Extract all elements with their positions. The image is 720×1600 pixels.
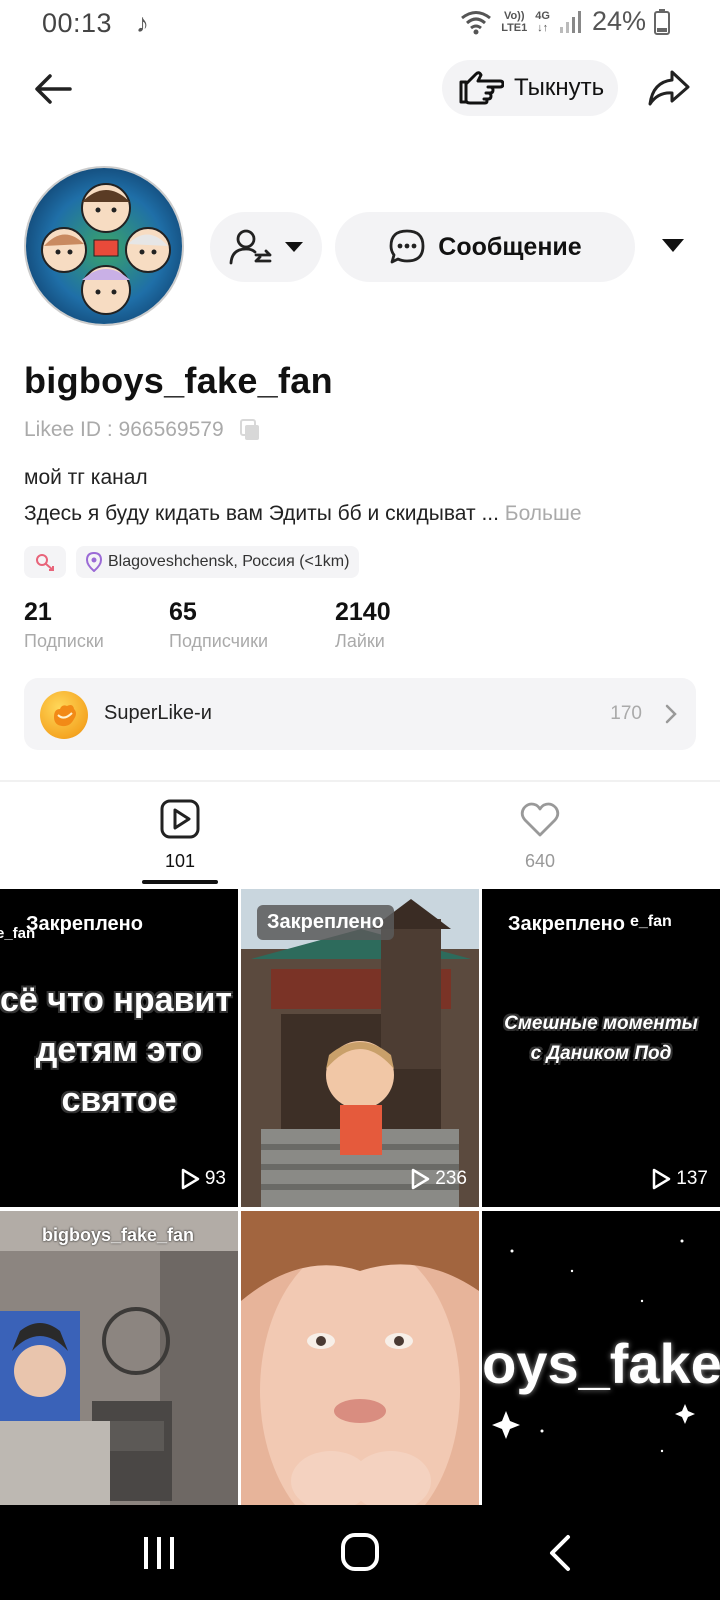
view-count-value: 137 [676, 1168, 708, 1189]
video-tile[interactable]: bigboys_fake_fan 407 [0, 1211, 238, 1505]
video-watermark: bigboys_fake_fan [42, 1225, 195, 1245]
pointing-hand-icon [459, 71, 504, 105]
stat-followers-label: Подписчики [169, 631, 269, 651]
stat-following-label: Подписки [24, 631, 104, 651]
tab-videos-count: 101 [164, 851, 196, 871]
status-time: 00:13 [42, 8, 113, 38]
stat-likes[interactable]: 2140 Лайки [335, 598, 391, 652]
view-count-value: 93 [204, 1168, 226, 1189]
video-thumbnail [0, 1211, 238, 1505]
location-tag[interactable]: Blagoveshchensk, Россия (<1km) [76, 546, 360, 578]
pinned-label: Закреплено [508, 913, 625, 935]
stat-likes-value: 2140 [335, 598, 391, 626]
share-icon[interactable] [646, 66, 692, 112]
video-thumbnail [241, 1211, 479, 1505]
location-text: Blagoveshchensk, Россия (<1km) [108, 553, 350, 570]
tab-likes-count: 640 [524, 851, 556, 871]
video-tile[interactable]: Закреплено 236 [241, 889, 479, 1207]
bio-line-2: Здесь я буду кидать вам Эдиты бб и скиды… [24, 502, 582, 526]
stat-likes-label: Лайки [335, 631, 385, 651]
stat-followers[interactable]: 65 Подписчики [169, 598, 268, 652]
video-overlay-text: детям это [35, 1031, 203, 1069]
message-label: Сообщение [438, 232, 582, 261]
user-swap-icon [229, 229, 272, 265]
message-button[interactable]: Сообщение [335, 212, 635, 282]
signal-icon [559, 10, 581, 33]
wifi-icon [461, 10, 492, 34]
video-watermark: e_fan [630, 913, 672, 930]
play-square-icon [160, 799, 200, 839]
superlike-count: 170 [610, 703, 642, 724]
stat-following[interactable]: 21 Подписки [24, 598, 104, 652]
video-overlay-text: святое [61, 1081, 177, 1119]
bio-more-link[interactable]: Больше [505, 502, 582, 525]
video-overlay-text: сё что нравит [0, 981, 233, 1019]
top-bar: Тыкнуть [0, 58, 720, 118]
chat-bubble-icon [389, 229, 425, 264]
view-count: 137 [650, 1167, 708, 1191]
view-count-value: 236 [435, 1168, 467, 1189]
video-tile[interactable]: oys_fake 206 [482, 1211, 720, 1505]
tab-videos[interactable]: 101 [120, 798, 240, 888]
heart-icon [520, 802, 560, 837]
gender-tag [24, 546, 66, 578]
profile-stats: 21 Подписки 65 Подписчики 2140 Лайки [24, 598, 624, 658]
superlike-row[interactable]: SuperLike-и 170 [24, 678, 696, 750]
follow-button[interactable] [210, 212, 322, 282]
video-grid: e_fan Закреплено сё что нравит детям это… [0, 889, 720, 1505]
status-indicators: Vo)) LTE1 4G ↓↑ 24% [459, 6, 670, 37]
location-pin-icon [86, 552, 102, 572]
chevron-down-icon [285, 242, 303, 252]
pinned-label: Закреплено [26, 913, 143, 935]
volte-indicator: Vo)) LTE1 [501, 9, 528, 34]
gender-icon [36, 554, 54, 571]
more-dropdown-icon[interactable] [660, 236, 686, 256]
profile-tags: Blagoveshchensk, Россия (<1km) [24, 546, 360, 578]
poke-label: Тыкнуть [514, 74, 605, 101]
arrow-left-icon[interactable] [30, 66, 76, 112]
bio-line-2-text: Здесь я буду кидать вам Эдиты бб и скиды… [24, 502, 499, 525]
music-note-icon: ♪ [136, 8, 149, 38]
status-bar: 00:13 ♪ Vo)) LTE1 4G ↓↑ 24% [0, 0, 720, 44]
video-tile[interactable]: e_fan Закреплено Смешные моменты с Даник… [482, 889, 720, 1207]
username: bigboys_fake_fan [24, 360, 333, 401]
divider [0, 780, 720, 782]
video-overlay-text: Смешные моменты [504, 1013, 698, 1034]
network-gen-indicator: 4G ↓↑ [535, 9, 550, 34]
superlike-icon [40, 691, 88, 739]
copy-icon[interactable] [238, 418, 262, 442]
video-tile[interactable]: 120 [241, 1211, 479, 1505]
chevron-right-icon [665, 704, 677, 724]
home-icon[interactable] [335, 1531, 385, 1575]
likee-id: Likee ID : 966569579 [24, 418, 262, 442]
view-count: 236 [409, 1167, 467, 1191]
tab-underline [142, 880, 218, 884]
tab-likes[interactable]: 640 [480, 798, 600, 888]
play-icon [412, 1168, 430, 1190]
play-icon [181, 1168, 200, 1190]
pinned-label: Закреплено [257, 905, 394, 940]
bio-line-1: мой тг канал [24, 466, 148, 489]
video-overlay-text: oys_fake [482, 1332, 720, 1395]
stat-followers-value: 65 [169, 598, 197, 626]
system-nav-bar [0, 1505, 720, 1600]
likee-id-text: Likee ID : 966569579 [24, 418, 224, 441]
superlike-label: SuperLike-и [104, 702, 212, 724]
video-overlay-text: с Даником Под [530, 1043, 672, 1064]
battery-percent: 24% [591, 6, 646, 36]
video-tile[interactable]: e_fan Закреплено сё что нравит детям это… [0, 889, 238, 1207]
battery-icon [654, 8, 670, 35]
stat-following-value: 21 [24, 598, 52, 626]
back-nav-icon[interactable] [536, 1531, 586, 1575]
view-count: 93 [179, 1167, 226, 1191]
recent-apps-icon[interactable] [134, 1531, 184, 1575]
play-icon [653, 1168, 671, 1190]
avatar-image [26, 168, 182, 324]
poke-button[interactable]: Тыкнуть [442, 60, 618, 116]
avatar[interactable] [24, 166, 184, 326]
